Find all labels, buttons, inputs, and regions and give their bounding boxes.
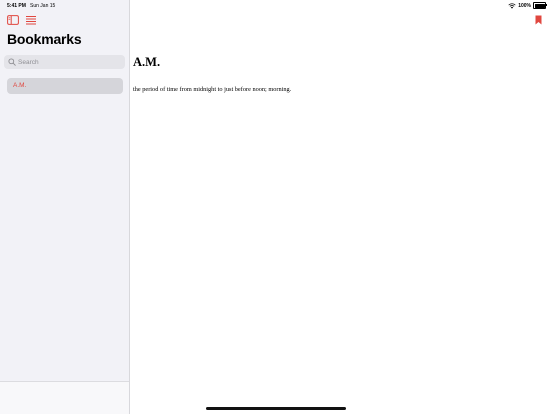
search-input[interactable] (18, 58, 118, 66)
battery-percentage: 100% (518, 2, 531, 9)
sidebar-bottom-bar (0, 381, 129, 414)
status-right: 100% (508, 2, 547, 9)
search-icon (8, 58, 16, 66)
screen: Bookmarks A.M. A.M. the period of time f… (0, 0, 552, 414)
status-date: Sun Jan 15 (30, 3, 56, 9)
bookmark-icon[interactable] (535, 15, 542, 25)
detail-pane: A.M. the period of time from midnight to… (130, 0, 552, 414)
term-definition: the period of time from midnight to just… (133, 86, 292, 93)
battery-icon (533, 2, 547, 9)
status-bar: 5:41 PM Sun Jan 15 100% (0, 0, 552, 12)
term-heading: A.M. (133, 55, 161, 69)
status-time: 5:41 PM (7, 3, 26, 9)
bookmark-item[interactable]: A.M. (7, 78, 123, 94)
home-indicator[interactable] (206, 407, 346, 410)
sidebar-title: Bookmarks (7, 31, 82, 47)
search-bar[interactable] (4, 55, 125, 69)
list-icon[interactable] (25, 15, 37, 25)
sidebar: Bookmarks A.M. (0, 0, 130, 414)
wifi-icon (508, 2, 516, 9)
sidebar-toggle-icon[interactable] (7, 15, 19, 25)
bookmark-item-label: A.M. (13, 82, 27, 89)
